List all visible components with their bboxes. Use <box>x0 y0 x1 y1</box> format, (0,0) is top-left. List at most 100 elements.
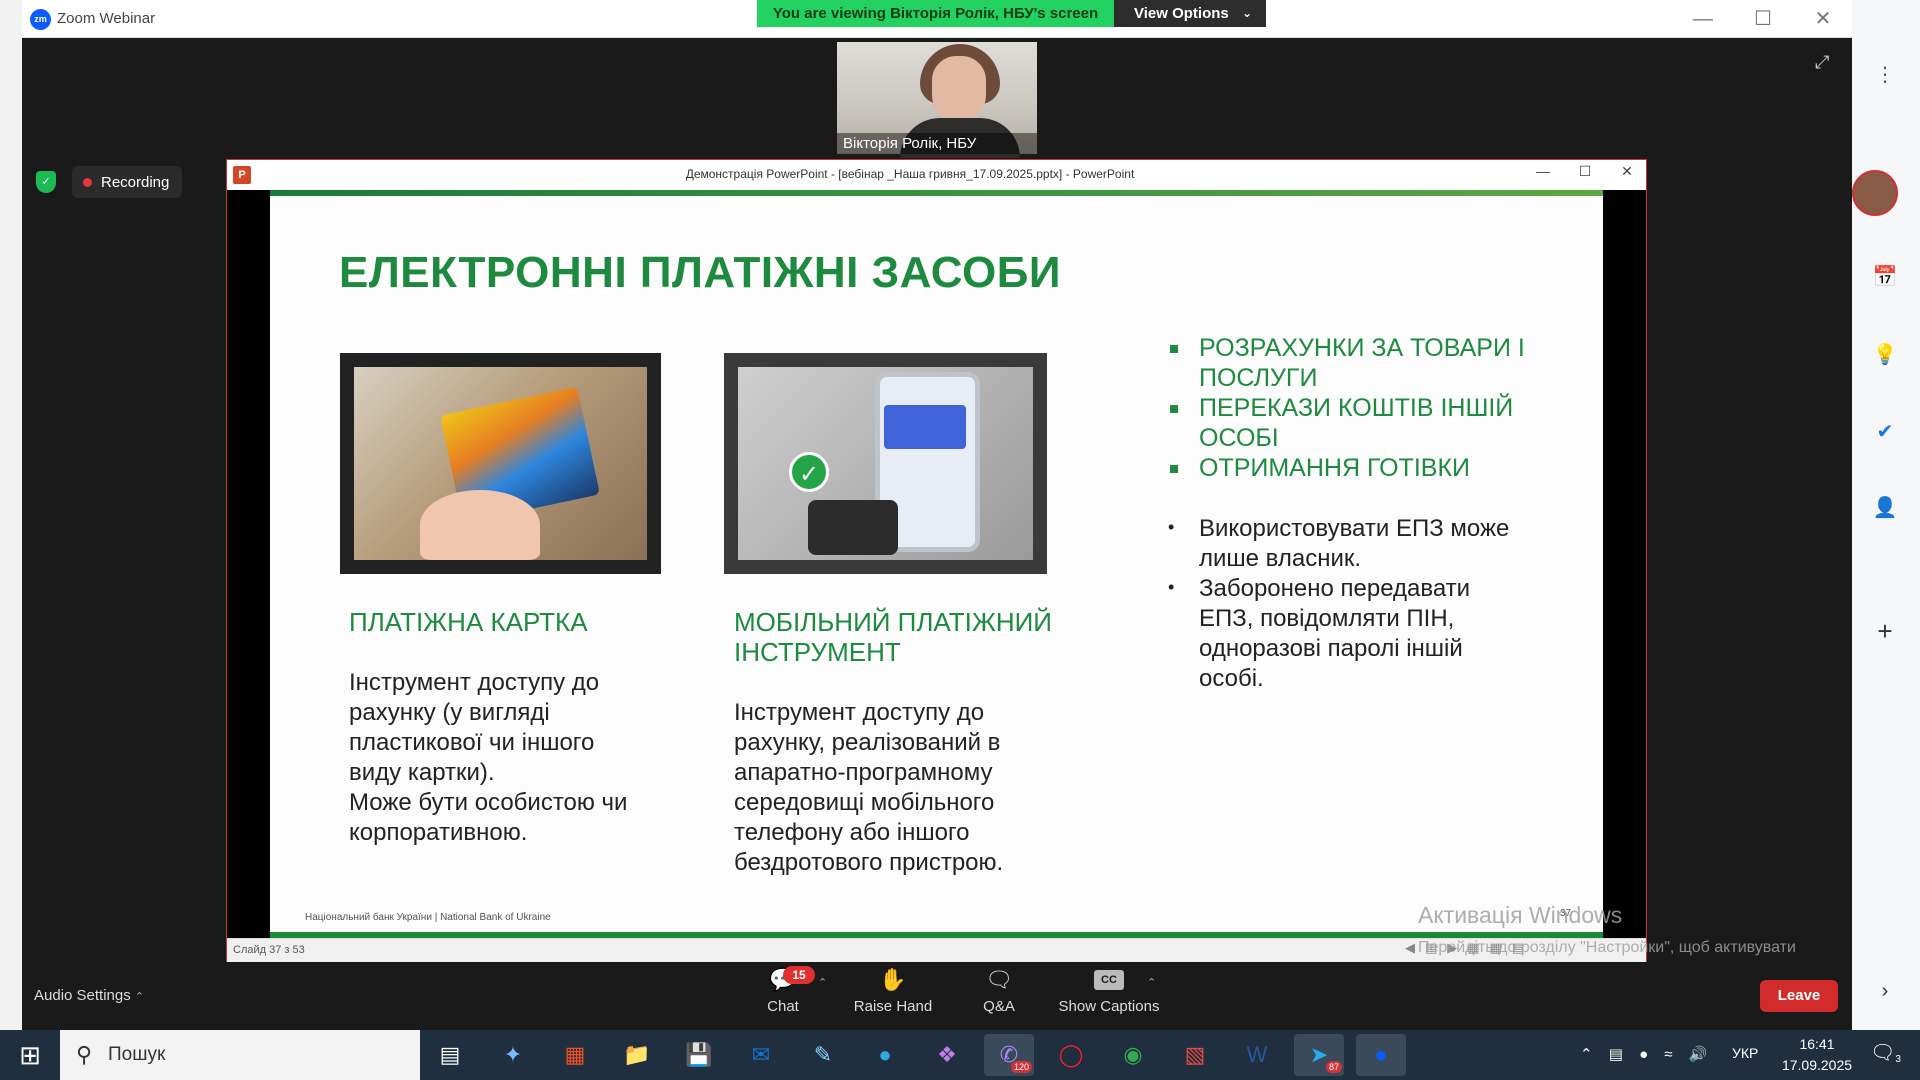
checkmark-icon: ✓ <box>789 452 829 492</box>
caret-up-icon: ⌃ <box>134 991 145 1003</box>
card-text-line: Інструмент доступу до <box>349 669 600 696</box>
bullet-dot-icon: • <box>1168 517 1175 537</box>
ppt-close-button[interactable]: ✕ <box>1612 163 1642 180</box>
m365-icon[interactable]: ❖ <box>922 1034 972 1076</box>
mobile-heading-line: ІНСТРУМЕНТ <box>734 637 901 667</box>
lock-icon <box>808 500 898 555</box>
keep-icon[interactable]: 💡 <box>1870 340 1900 370</box>
winrar-icon[interactable]: ▧ <box>1170 1034 1220 1076</box>
card-text-line: Може бути особистою чи <box>349 789 628 816</box>
language-indicator[interactable]: УКР <box>1732 1045 1758 1061</box>
audio-settings-label: Audio Settings <box>34 987 131 1004</box>
viber-badge: 120 <box>1010 1061 1032 1073</box>
tasks-icon[interactable]: ✔ <box>1870 417 1900 447</box>
rule-line: Заборонено передавати <box>1199 575 1471 602</box>
viber-icon[interactable]: ✆ 120 <box>984 1034 1034 1076</box>
chevron-down-icon: ⌄ <box>1241 6 1252 20</box>
leave-button[interactable]: Leave <box>1760 980 1838 1012</box>
edge-icon[interactable]: ● <box>860 1034 910 1076</box>
hand-shape <box>420 490 540 560</box>
app-title: Zoom Webinar <box>57 10 156 27</box>
mobile-text-line: апаратно-програмному <box>734 759 993 786</box>
file-explorer-icon[interactable]: 📁 <box>612 1034 662 1076</box>
qa-icon: 🗨 <box>985 967 1013 992</box>
chat-caret-icon[interactable]: ⌃ <box>818 976 827 989</box>
activation-watermark-title: Активація Windows <box>1418 902 1623 928</box>
mobile-text-line: рахунку, реалізований в <box>734 729 1001 756</box>
word-icon[interactable]: W <box>1232 1034 1282 1076</box>
ppt-minimize-button[interactable]: — <box>1528 163 1558 179</box>
green-bullet-line: РОЗРАХУНКИ ЗА ТОВАРИ І <box>1199 334 1525 362</box>
clock-date: 17.09.2025 <box>1781 1057 1853 1073</box>
windows-start-icon[interactable]: ⊞ <box>0 1030 60 1080</box>
bullet-dot-icon: • <box>1168 577 1175 597</box>
captions-caret-icon[interactable]: ⌃ <box>1147 976 1156 989</box>
ppt-maximize-button[interactable]: ☐ <box>1570 163 1600 180</box>
video-name-label: Вікторія Ролік, НБУ <box>837 133 1037 154</box>
raise-hand-label: Raise Hand <box>853 998 933 1015</box>
save-app-icon[interactable]: 💾 <box>674 1034 724 1076</box>
chat-unread-badge: 15 <box>783 966 815 984</box>
video-person-face <box>932 56 986 122</box>
mobile-text-line: Інструмент доступу до <box>734 699 985 726</box>
slide-letterbox-left <box>227 190 270 938</box>
task-view-icon[interactable]: ▤ <box>425 1034 475 1076</box>
mobile-text-line: телефону або іншого <box>734 819 970 846</box>
minimize-button[interactable]: — <box>1688 6 1718 32</box>
card-text-line: пластикової чи іншого <box>349 729 595 756</box>
audio-settings-button[interactable]: Audio Settings ⌃ <box>34 987 144 1004</box>
recording-label: Recording <box>101 174 170 191</box>
green-bullet-icon <box>1170 345 1178 353</box>
maximize-button[interactable]: ☐ <box>1748 6 1778 32</box>
powerpoint-title: Демонстрація PowerPoint - [вебінар _Наша… <box>685 167 1135 181</box>
taskbar-clock[interactable]: 16:41 17.09.2025 <box>1772 1034 1862 1076</box>
chevron-right-icon[interactable]: › <box>1870 976 1900 1006</box>
slide-title: ЕЛЕКТРОННІ ПЛАТІЖНІ ЗАСОБИ <box>339 248 1061 297</box>
clock-time: 16:41 <box>1799 1036 1835 1052</box>
card-text-line: корпоративною. <box>349 819 528 846</box>
outlook-icon[interactable]: ✉ <box>736 1034 786 1076</box>
notifications-count: 3 <box>1895 1054 1901 1065</box>
qa-button[interactable]: 🗨 Q&A <box>954 967 1044 1016</box>
viewing-banner: You are viewing Вікторія Ролік, НБУ's sc… <box>757 0 1114 27</box>
taskbar-search-input[interactable]: Пошук <box>60 1030 420 1080</box>
background-browser-left <box>0 0 22 1030</box>
phone-card-shape <box>884 405 966 449</box>
mobile-text-line: бездротового пристрою. <box>734 849 1004 876</box>
system-tray-icon[interactable]: ⌃ ▤ ● ≈ 🔊 <box>1580 1045 1713 1063</box>
green-bullet-line: ОСОБІ <box>1199 424 1279 452</box>
view-options-button[interactable]: View Options ⌄ <box>1114 0 1266 27</box>
notes-icon[interactable]: ✎ <box>798 1034 848 1076</box>
qa-label: Q&A <box>983 998 1015 1015</box>
calendar-icon[interactable]: 📅 <box>1870 262 1900 292</box>
more-options-icon[interactable]: ⋮ <box>1870 60 1900 90</box>
green-bullet-line: ПОСЛУГИ <box>1199 364 1318 392</box>
rule-line: одноразові паролі іншій <box>1199 635 1463 662</box>
slide-letterbox-right <box>1603 190 1646 938</box>
card-text-line: рахунку (у вигляді <box>349 699 550 726</box>
cc-icon: CC <box>1094 970 1124 990</box>
slide-counter: Слайд 37 з 53 <box>233 944 305 956</box>
opera-icon[interactable]: ◯ <box>1046 1034 1096 1076</box>
telegram-icon[interactable]: ➤ 87 <box>1294 1034 1344 1076</box>
notifications-icon[interactable]: 🗨3 <box>1870 1040 1901 1065</box>
mobile-heading: МОБІЛЬНИЙ ПЛАТІЖНИЙ ІНСТРУМЕНТ <box>734 607 1074 667</box>
record-dot-icon <box>83 178 92 187</box>
avatar[interactable] <box>1852 170 1898 216</box>
slide-top-stripe <box>270 190 1603 196</box>
contacts-icon[interactable]: 👤 <box>1870 493 1900 523</box>
green-bullet-line: ОТРИМАННЯ ГОТІВКИ <box>1199 454 1470 482</box>
store-icon[interactable]: ▦ <box>550 1034 600 1076</box>
expand-icon[interactable]: ⤢ <box>1815 52 1829 73</box>
hand-icon: ✋ <box>879 967 907 992</box>
zoom-taskbar-icon[interactable]: ● <box>1356 1034 1406 1076</box>
add-icon[interactable]: + <box>1870 616 1900 646</box>
raise-hand-button[interactable]: ✋ Raise Hand <box>848 967 938 1016</box>
chrome-icon[interactable]: ◉ <box>1108 1034 1158 1076</box>
rule-line: особі. <box>1199 665 1264 692</box>
close-button[interactable]: ✕ <box>1808 6 1838 32</box>
mobile-description: Інструмент доступу до рахунку, реалізова… <box>734 698 1074 878</box>
copilot-icon[interactable]: ✦ <box>488 1034 538 1076</box>
security-shield-icon[interactable]: ✓ <box>36 171 56 193</box>
card-description: Інструмент доступу до рахунку (у вигляді… <box>349 668 669 848</box>
